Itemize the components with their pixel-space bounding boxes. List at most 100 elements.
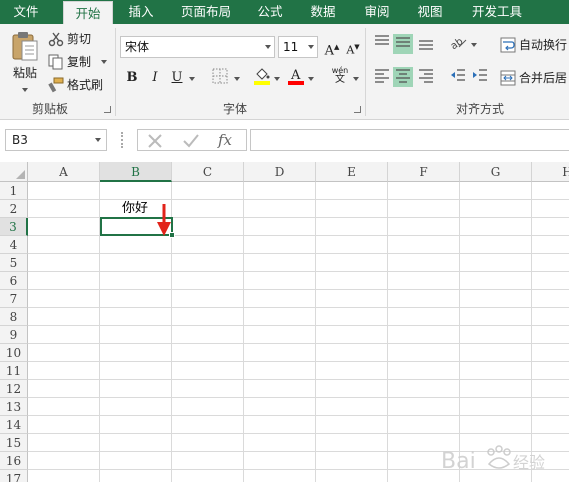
clipboard-group-label: 剪贴板 (31, 102, 68, 116)
column-header-e[interactable]: E (316, 162, 388, 182)
row-header-12[interactable]: 12 (0, 380, 28, 398)
wrap-text-button[interactable]: 自动换行 (500, 36, 567, 53)
cut-button[interactable]: 剪切 (48, 30, 91, 47)
row-header-3[interactable]: 3 (0, 218, 28, 236)
font-name-value: 宋体 (125, 40, 150, 54)
tab-review[interactable]: 审阅 (352, 0, 402, 24)
row-header-4[interactable]: 4 (0, 236, 28, 254)
name-box[interactable]: B3 (5, 129, 107, 151)
align-bottom-button[interactable] (416, 34, 436, 54)
tab-file[interactable]: 文件 (0, 0, 52, 24)
orientation-dropdown-icon[interactable] (471, 43, 477, 47)
column-header-b[interactable]: B (100, 162, 172, 182)
font-size-select[interactable]: 11 (278, 36, 318, 58)
align-center-icon (396, 69, 410, 83)
formula-input[interactable] (250, 129, 569, 151)
format-painter-button[interactable]: 格式刷 (48, 76, 103, 93)
align-center-button[interactable] (393, 67, 413, 87)
clipboard-launcher-icon[interactable] (104, 106, 111, 113)
grow-font-button[interactable]: A▲ (322, 37, 342, 59)
align-middle-button[interactable] (393, 34, 413, 54)
borders-dropdown-icon[interactable] (234, 77, 240, 81)
merge-cells-icon (500, 70, 516, 85)
enter-check-icon[interactable] (182, 133, 200, 149)
paste-label: 粘贴 (12, 66, 37, 80)
row-header-2[interactable]: 2 (0, 200, 28, 218)
paste-button[interactable]: 粘贴 (8, 30, 42, 92)
row-header-9[interactable]: 9 (0, 326, 28, 344)
underline-dropdown-icon[interactable] (189, 77, 195, 81)
tab-developer[interactable]: 开发工具 (462, 0, 532, 24)
paint-bucket-icon (254, 68, 270, 85)
formula-bar-grip[interactable] (121, 132, 123, 148)
fill-color-dropdown-icon[interactable] (274, 77, 280, 81)
row-header-17[interactable]: 17 (0, 470, 28, 482)
font-name-select[interactable]: 宋体 (120, 36, 275, 58)
fill-color-button[interactable] (252, 66, 272, 86)
cut-label: 剪切 (67, 32, 92, 46)
chevron-down-icon[interactable] (95, 138, 101, 142)
increase-indent-button[interactable] (470, 67, 490, 87)
phonetic-button[interactable]: wén 文 (330, 66, 350, 86)
paste-dropdown-icon[interactable] (22, 88, 28, 92)
svg-text:Bai: Bai (441, 449, 476, 474)
orientation-button[interactable]: ab (448, 34, 468, 54)
font-color-button[interactable]: A (286, 66, 306, 86)
copy-icon (48, 54, 63, 69)
column-header-h[interactable]: H (532, 162, 569, 182)
phonetic-dropdown-icon[interactable] (353, 77, 359, 81)
font-launcher-icon[interactable] (354, 106, 361, 113)
tab-formulas[interactable]: 公式 (248, 0, 292, 24)
formula-buttons: fx (137, 129, 247, 151)
column-header-d[interactable]: D (244, 162, 316, 182)
borders-button[interactable] (210, 68, 230, 88)
cell-b2[interactable]: 你好 (122, 200, 148, 218)
row-header-14[interactable]: 14 (0, 416, 28, 434)
decrease-indent-button[interactable] (448, 67, 468, 87)
tab-view[interactable]: 视图 (405, 0, 455, 24)
merge-center-button[interactable]: 合并后居 (500, 69, 567, 86)
tab-insert[interactable]: 插入 (118, 0, 164, 24)
font-color-dropdown-icon[interactable] (308, 77, 314, 81)
row-header-8[interactable]: 8 (0, 308, 28, 326)
row-header-5[interactable]: 5 (0, 254, 28, 272)
scissors-icon (48, 32, 64, 46)
column-header-a[interactable]: A (28, 162, 100, 182)
row-header-11[interactable]: 11 (0, 362, 28, 380)
copy-button[interactable]: 复制 (48, 53, 108, 70)
decrease-indent-icon (451, 69, 465, 81)
align-left-button[interactable] (372, 67, 392, 87)
borders-icon (212, 68, 228, 84)
tab-data[interactable]: 数据 (298, 0, 348, 24)
row-header-7[interactable]: 7 (0, 290, 28, 308)
align-top-button[interactable] (372, 34, 392, 54)
cancel-icon[interactable] (147, 133, 163, 149)
red-arrow-annotation-icon (157, 204, 171, 236)
ribbon-tab-bar: 文件 开始 插入 页面布局 公式 数据 审阅 视图 开发工具 (0, 0, 569, 24)
row-header-13[interactable]: 13 (0, 398, 28, 416)
copy-dropdown-icon[interactable] (101, 59, 108, 64)
name-box-value: B3 (12, 133, 28, 147)
row-header-6[interactable]: 6 (0, 272, 28, 290)
row-header-16[interactable]: 16 (0, 452, 28, 470)
column-header-c[interactable]: C (172, 162, 244, 182)
tab-page-layout[interactable]: 页面布局 (170, 0, 242, 24)
font-color-icon: A (288, 68, 304, 85)
row-header-10[interactable]: 10 (0, 344, 28, 362)
italic-button[interactable]: I (145, 68, 165, 88)
shrink-font-button[interactable]: A▼ (343, 37, 363, 57)
formula-bar: B3 fx (0, 120, 569, 160)
grow-font-icon: A (324, 43, 334, 59)
row-header-1[interactable]: 1 (0, 182, 28, 200)
select-all-button[interactable] (0, 162, 28, 182)
row-header-15[interactable]: 15 (0, 434, 28, 452)
align-right-button[interactable] (416, 67, 436, 87)
column-header-g[interactable]: G (460, 162, 532, 182)
column-header-f[interactable]: F (388, 162, 460, 182)
underline-button[interactable]: U (167, 68, 187, 88)
tab-home[interactable]: 开始 (63, 1, 113, 24)
copy-label: 复制 (67, 55, 92, 69)
ribbon-home: 粘贴 剪切 复制 格式刷 剪贴板 宋体 11 A▲ A▼ B I U A wén… (0, 24, 569, 120)
insert-function-button[interactable]: fx (218, 130, 232, 150)
bold-button[interactable]: B (122, 68, 142, 88)
